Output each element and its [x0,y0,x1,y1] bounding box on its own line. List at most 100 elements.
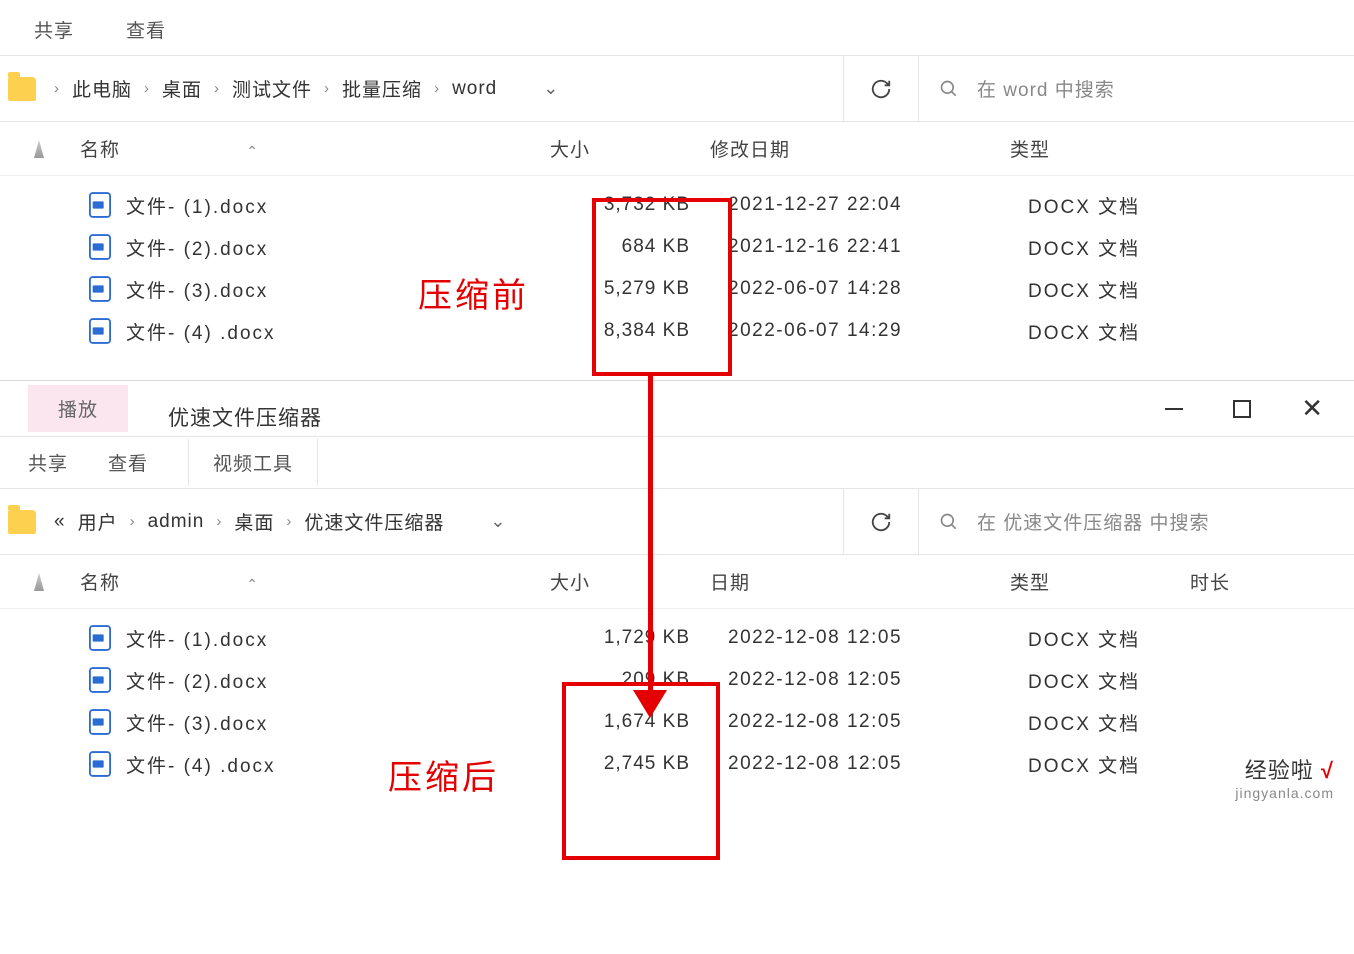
breadcrumb-item[interactable]: 此电脑 [72,75,132,102]
breadcrumb-item[interactable]: 桌面 [234,508,274,535]
chevron-down-icon[interactable]: ⌄ [503,78,569,99]
breadcrumb-item[interactable]: 测试文件 [232,75,312,102]
chevron-down-icon[interactable]: ⌄ [450,511,516,532]
column-name[interactable]: 名称 ⌃ [80,568,550,595]
file-type: DOCX 文档 [1028,234,1228,261]
column-duration[interactable]: 时长 [1190,568,1290,595]
column-name-label: 名称 [80,573,120,594]
annotation-label-before: 压缩前 [418,268,529,317]
file-name: 文件- (3).docx [126,709,544,736]
file-type: DOCX 文档 [1028,318,1228,345]
breadcrumb-item[interactable]: word [452,78,497,100]
chevron-right-icon: › [210,513,228,530]
file-date: 2022-06-07 14:28 [728,278,1028,300]
breadcrumb[interactable]: › 此电脑 › 桌面 › 测试文件 › 批量压缩 › word ⌄ [48,75,843,102]
watermark: 经验啦 √ jingyanla.com [1235,753,1334,801]
search-placeholder: 在 word 中搜索 [977,75,1115,102]
chevron-right-icon: › [208,80,226,97]
column-type[interactable]: 类型 [1010,135,1190,162]
file-date: 2022-12-08 12:05 [728,753,1028,775]
file-type: DOCX 文档 [1028,667,1228,694]
docx-icon [88,235,112,259]
file-name: 文件- (2).docx [126,234,544,261]
file-date: 2022-12-08 12:05 [728,669,1028,691]
file-name: 文件- (4) .docx [126,318,544,345]
file-name: 文件- (2).docx [126,667,544,694]
tab-share[interactable]: 共享 [28,4,80,55]
watermark-url: jingyanla.com [1235,785,1334,801]
docx-icon [88,319,112,343]
table-row[interactable]: 文件- (1).docx 1,729 KB 2022-12-08 12:05 D… [0,617,1354,659]
folder-icon[interactable] [8,77,36,101]
breadcrumb-item[interactable]: 桌面 [162,75,202,102]
column-headers: 名称 ⌃ 大小 修改日期 类型 [0,122,1354,176]
docx-icon [88,668,112,692]
chevron-right-icon: › [138,80,156,97]
minimize-button[interactable] [1165,408,1183,410]
file-type: DOCX 文档 [1028,276,1228,303]
search-placeholder: 在 优速文件压缩器 中搜索 [977,508,1210,535]
tab-share[interactable]: 共享 [28,449,68,476]
sort-arrow-icon: ⌃ [246,576,259,592]
search-box[interactable]: 在 word 中搜索 [918,56,1354,121]
docx-icon [88,710,112,734]
file-type: DOCX 文档 [1028,709,1228,736]
file-date: 2022-12-08 12:05 [728,711,1028,733]
tab-video-tools[interactable]: 视频工具 [188,439,318,486]
file-size: 1,729 KB [544,627,728,649]
file-type: DOCX 文档 [1028,192,1228,219]
address-bar-row: › 此电脑 › 桌面 › 测试文件 › 批量压缩 › word ⌄ 在 word… [0,56,1354,122]
window-controls: ✕ [1165,393,1354,424]
chevron-right-icon: › [428,80,446,97]
file-date: 2022-06-07 14:29 [728,320,1028,342]
chevron-right-icon: › [318,80,336,97]
file-type: DOCX 文档 [1028,625,1228,652]
search-icon [939,512,959,532]
close-button[interactable]: ✕ [1301,393,1324,424]
file-name: 文件- (1).docx [126,625,544,652]
tab-view[interactable]: 查看 [108,449,148,476]
watermark-check-icon: √ [1321,758,1334,783]
refresh-icon [870,511,892,533]
breadcrumb-item[interactable]: 用户 [78,508,118,535]
maximize-button[interactable] [1233,400,1251,418]
address-bar-row: « 用户 › admin › 桌面 › 优速文件压缩器 ⌄ 在 优速文件压缩器 … [0,489,1354,555]
tree-collapse-icon[interactable] [34,573,44,591]
search-icon [939,79,959,99]
annotation-box-before [592,198,732,376]
breadcrumb-item[interactable]: 批量压缩 [342,75,422,102]
tab-view[interactable]: 查看 [120,4,172,55]
docx-icon [88,277,112,301]
search-box[interactable]: 在 优速文件压缩器 中搜索 [918,489,1354,554]
file-date: 2021-12-16 22:41 [728,236,1028,258]
refresh-button[interactable] [843,489,918,554]
breadcrumb-item[interactable]: 优速文件压缩器 [304,508,444,535]
column-type[interactable]: 类型 [1010,568,1190,595]
file-name: 文件- (1).docx [126,192,544,219]
play-tab-label: 播放 [28,385,128,432]
annotation-box-after [562,682,720,860]
column-headers: 名称 ⌃ 大小 日期 类型 时长 [0,555,1354,609]
breadcrumb[interactable]: « 用户 › admin › 桌面 › 优速文件压缩器 ⌄ [48,508,843,535]
breadcrumb-overflow-icon[interactable]: « [48,511,72,533]
chevron-right-icon: › [48,80,66,97]
window-title: 优速文件压缩器 [168,402,322,432]
play-tab[interactable]: 播放 [28,385,128,432]
sort-arrow-icon: ⌃ [246,143,259,159]
column-size[interactable]: 大小 [550,135,710,162]
breadcrumb-item[interactable]: admin [148,511,205,533]
column-name[interactable]: 名称 ⌃ [80,135,550,162]
folder-icon[interactable] [8,510,36,534]
refresh-button[interactable] [843,56,918,121]
chevron-right-icon: › [124,513,142,530]
chevron-right-icon: › [280,513,298,530]
ribbon-tabs: 共享 查看 [0,0,1354,56]
file-date: 2021-12-27 22:04 [728,194,1028,216]
tree-collapse-icon[interactable] [34,140,44,158]
column-date[interactable]: 日期 [710,568,1010,595]
column-name-label: 名称 [80,140,120,161]
file-date: 2022-12-08 12:05 [728,627,1028,649]
column-size[interactable]: 大小 [550,568,710,595]
column-date[interactable]: 修改日期 [710,135,1010,162]
ribbon-tabs: 共享 查看 视频工具 [0,437,1354,489]
